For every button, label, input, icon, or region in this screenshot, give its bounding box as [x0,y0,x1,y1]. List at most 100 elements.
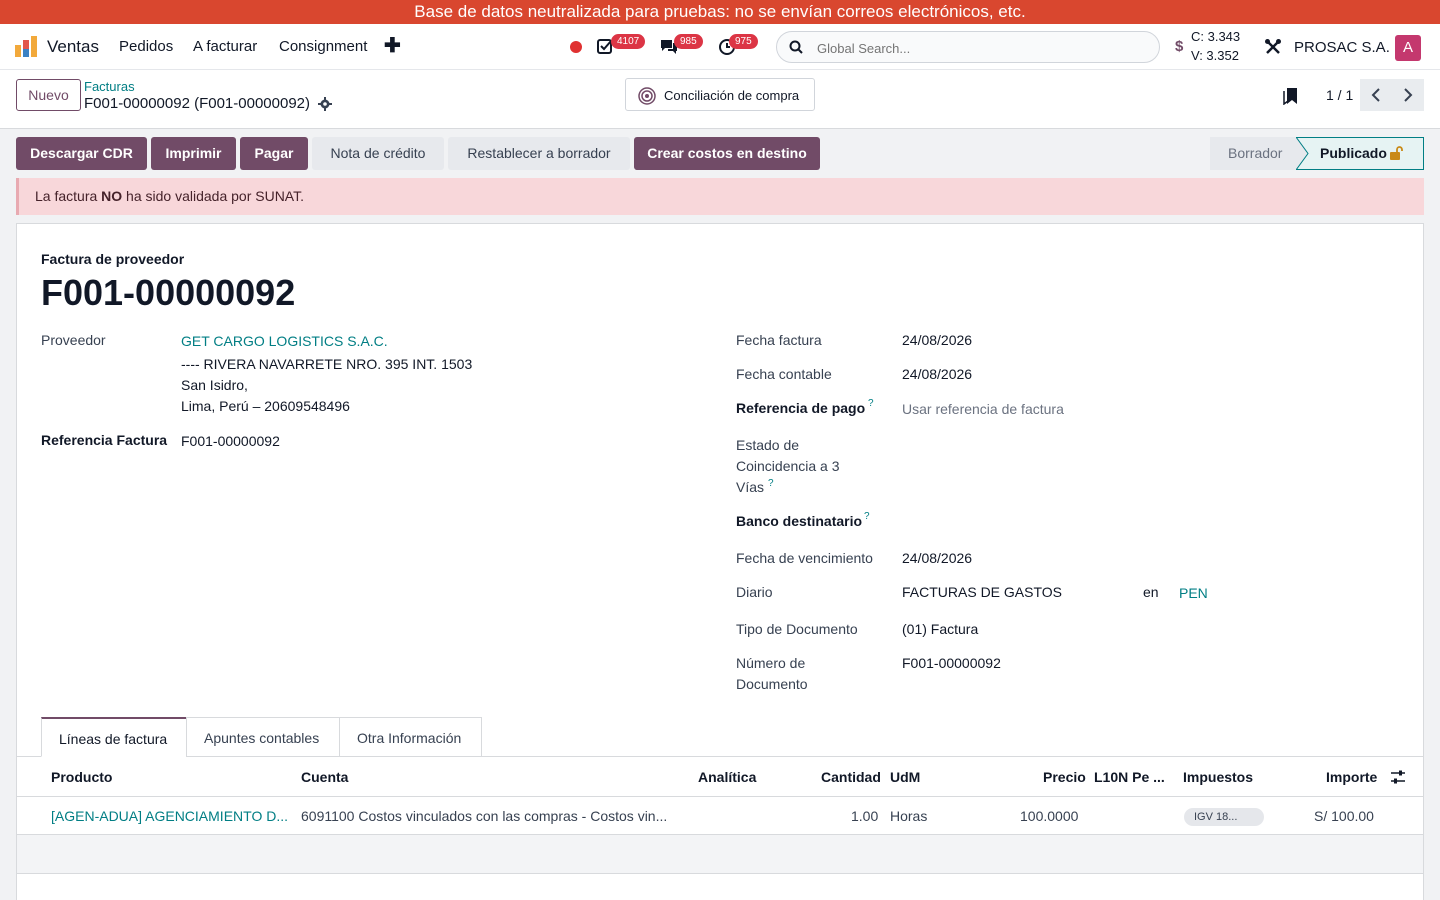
col-header-amount[interactable]: Importe [1326,769,1377,785]
row-tax-tag[interactable]: IGV 18... [1184,808,1264,826]
record-indicator-icon[interactable] [570,41,582,53]
menu-pedidos[interactable]: Pedidos [119,38,173,55]
create-landed-costs-button[interactable]: Crear costos en destino [634,137,820,170]
invoice-ref-field[interactable]: F001-00000092 [181,433,280,449]
pager-value: 1 / 1 [1326,87,1354,103]
status-posted[interactable]: Publicado [1296,137,1424,170]
menu-a-facturar[interactable]: A facturar [193,38,257,55]
col-header-uom[interactable]: UdM [890,769,920,785]
accounting-date-field[interactable]: 24/08/2026 [902,366,972,382]
exchange-rate-c: C: 3.343 [1191,29,1241,44]
three-way-match-label-2: Coincidencia a 3 [736,458,840,474]
doc-number-label-2: Documento [736,676,808,692]
status-draft[interactable]: Borrador [1210,137,1310,170]
chevron-right-icon [1404,88,1413,102]
currency-in-label: en [1143,584,1159,600]
doc-number-field[interactable]: F001-00000092 [902,655,1001,671]
col-header-account[interactable]: Cuenta [301,769,348,785]
vendor-address-line1: ---- RIVERA NAVARRETE NRO. 395 INT. 1503 [181,356,473,372]
form-subtitle: Factura de proveedor [41,251,185,267]
user-avatar[interactable]: A [1395,35,1421,61]
top-navbar: Ventas Pedidos A facturar Consignment ✚ … [0,24,1440,70]
invoice-date-field[interactable]: 24/08/2026 [902,332,972,348]
add-line-row[interactable] [17,835,1423,873]
accounting-date-label: Fecha contable [736,366,832,382]
add-menu-plus-icon[interactable]: ✚ [384,33,401,58]
pager-next-button[interactable] [1392,79,1424,111]
tab-other-info[interactable]: Otra Información [339,717,482,757]
gear-icon[interactable] [318,97,332,111]
vendor-address-line2: San Isidro, [181,377,248,393]
vendor-link[interactable]: GET CARGO LOGISTICS S.A.C. [181,333,388,349]
row-price[interactable]: 100.0000 [1020,808,1078,824]
form-sheet: Factura de proveedor F001-00000092 Prove… [16,223,1424,900]
breadcrumb-current: F001-00000092 (F001-00000092) [84,95,311,112]
purchase-matching-button[interactable]: Conciliación de compra [625,78,815,111]
row-quantity[interactable]: 1.00 [851,808,878,824]
table-bottom-divider [17,873,1423,874]
col-header-product[interactable]: Producto [51,769,112,785]
payment-ref-help-icon[interactable]: ? [868,398,874,409]
vendor-address-line3: Lima, Perú – 20609548496 [181,398,350,414]
three-way-match-help-icon[interactable]: ? [768,478,774,489]
invoice-ref-label: Referencia Factura [41,432,168,448]
debug-tools-icon[interactable] [1264,38,1282,56]
pay-button[interactable]: Pagar [240,137,308,170]
invoice-title: F001-00000092 [41,272,296,313]
row-product[interactable]: [AGEN-ADUA] AGENCIAMIENTO D... [51,808,288,824]
reset-to-draft-button[interactable]: Restablecer a borrador [448,137,630,170]
due-date-field[interactable]: 24/08/2026 [902,550,972,566]
tab-journal-items[interactable]: Apuntes contables [186,717,340,757]
payment-ref-field[interactable]: Usar referencia de factura [902,401,1064,417]
alert-text-post: ha sido validada por SUNAT. [122,188,304,204]
status-arrow-icon [1296,137,1309,170]
global-search[interactable] [776,31,1160,63]
print-button[interactable]: Imprimir [151,137,236,170]
tab-invoice-lines[interactable]: Líneas de factura [41,717,187,757]
target-icon [638,87,656,105]
vendor-label: Proveedor [41,332,106,348]
unlock-icon [1390,146,1403,160]
journal-field[interactable]: FACTURAS DE GASTOS [902,584,1062,600]
due-date-label: Fecha de vencimiento [736,550,873,566]
alert-text-strong: NO [101,188,123,204]
doc-type-field[interactable]: (01) Factura [902,621,978,637]
doc-type-label: Tipo de Documento [736,621,858,637]
payment-ref-label: Referencia de pago [736,400,866,416]
new-button[interactable]: Nuevo [16,79,81,111]
breadcrumb-parent-link[interactable]: Facturas [84,79,135,94]
search-icon [789,40,803,54]
sunat-validation-alert: La factura NO ha sido validada por SUNAT… [16,178,1424,215]
activities-badge: 4107 [611,34,646,49]
invoice-date-label: Fecha factura [736,332,822,348]
currency-field[interactable]: PEN [1179,585,1208,601]
table-header-divider [17,796,1423,797]
optional-columns-sliders-icon[interactable] [1390,769,1406,785]
bank-label: Banco destinatario [736,513,863,529]
company-switcher[interactable]: PROSAC S.A. [1294,39,1390,56]
journal-label: Diario [736,584,773,600]
row-uom[interactable]: Horas [890,808,927,824]
three-way-match-label-3: Vías [736,479,765,495]
chevron-left-icon [1371,88,1380,102]
bank-help-icon[interactable]: ? [864,511,870,522]
col-header-l10n[interactable]: L10N Pe ... [1094,769,1165,785]
purchase-matching-label: Conciliación de compra [664,88,800,103]
credit-note-button[interactable]: Nota de crédito [312,137,444,170]
col-header-price[interactable]: Precio [1043,769,1086,785]
row-account[interactable]: 6091100 Costos vinculados con las compra… [301,808,667,824]
sales-app-logo-icon[interactable] [14,35,38,59]
pager-previous-button[interactable] [1360,79,1392,111]
col-header-quantity[interactable]: Cantidad [821,769,881,785]
bookmark-icon[interactable] [1283,87,1299,105]
app-name[interactable]: Ventas [47,37,99,57]
doc-number-label-1: Número de [736,655,806,671]
download-cdr-button[interactable]: Descargar CDR [16,137,147,170]
col-header-analytic[interactable]: Analítica [698,769,756,785]
menu-consignment[interactable]: Consignment [279,38,367,55]
clock-badge: 975 [729,34,758,49]
neutralized-db-banner: Base de datos neutralizada para pruebas:… [0,0,1440,24]
global-search-input[interactable] [817,38,1137,58]
control-panel: Nuevo Facturas F001-00000092 (F001-00000… [0,70,1440,129]
col-header-taxes[interactable]: Impuestos [1183,769,1253,785]
